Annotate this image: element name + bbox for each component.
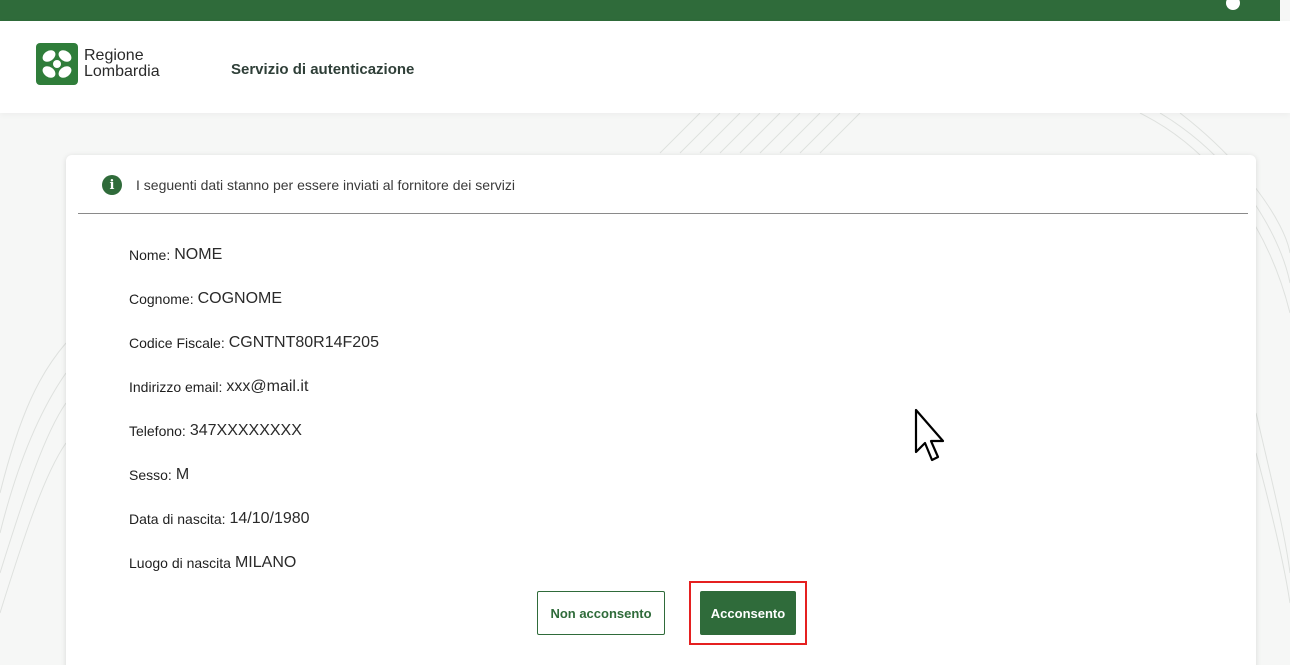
field-nome: Nome: NOME [129,233,379,277]
field-label: Codice Fiscale: [129,335,225,351]
field-label: Nome: [129,247,171,263]
field-codice-fiscale: Codice Fiscale: CGNTNT80R14F205 [129,321,379,365]
service-title: Servizio di autenticazione [231,61,415,78]
field-label: Sesso: [129,467,172,483]
field-label: Luogo di nascita [129,555,231,571]
accept-button[interactable]: Acconsento [700,591,796,635]
field-sesso: Sesso: M [129,453,379,497]
field-value: 347XXXXXXXX [189,422,302,439]
decline-button[interactable]: Non acconsento [537,591,665,635]
user-icon [1226,0,1240,10]
logo-line-2: Lombardia [84,63,160,80]
mouse-pointer-icon [914,408,945,462]
field-label: Indirizzo email: [129,379,223,395]
field-value: CGNTNT80R14F205 [228,334,379,351]
field-label: Data di nascita: [129,511,226,527]
divider [78,213,1248,214]
consent-card: i I seguenti dati stanno per essere invi… [66,155,1256,665]
logo-line-1: Regione [84,47,144,64]
logo-text: Regione Lombardia [84,48,160,80]
field-value: MILANO [234,554,297,571]
field-label: Telefono: [129,423,186,439]
field-telefono: Telefono: 347XXXXXXXX [129,409,379,453]
page: Regione Lombardia Servizio di autenticaz… [0,0,1290,665]
top-bar [0,0,1280,21]
regione-lombardia-logo[interactable]: Regione Lombardia [36,43,160,85]
user-data-list: Nome: NOME Cognome: COGNOME Codice Fisca… [129,233,379,585]
info-icon: i [102,175,122,195]
regione-lombardia-logo-icon [36,43,78,85]
field-label: Cognome: [129,291,194,307]
field-cognome: Cognome: COGNOME [129,277,379,321]
field-data-nascita: Data di nascita: 14/10/1980 [129,497,379,541]
accept-highlight-box: Acconsento [689,581,807,645]
top-user-menu[interactable] [1226,0,1240,10]
field-email: Indirizzo email: xxx@mail.it [129,365,379,409]
field-value: M [175,466,190,483]
field-value: NOME [174,246,223,263]
field-value: xxx@mail.it [226,378,309,395]
notice: i I seguenti dati stanno per essere invi… [102,175,515,195]
field-value: COGNOME [197,290,283,307]
field-luogo-nascita: Luogo di nascita MILANO [129,541,379,585]
field-value: 14/10/1980 [229,510,310,527]
consent-actions: Non acconsento Acconsento [537,581,807,645]
site-header: Regione Lombardia Servizio di autenticaz… [0,21,1290,113]
notice-text: I seguenti dati stanno per essere inviat… [136,177,515,193]
